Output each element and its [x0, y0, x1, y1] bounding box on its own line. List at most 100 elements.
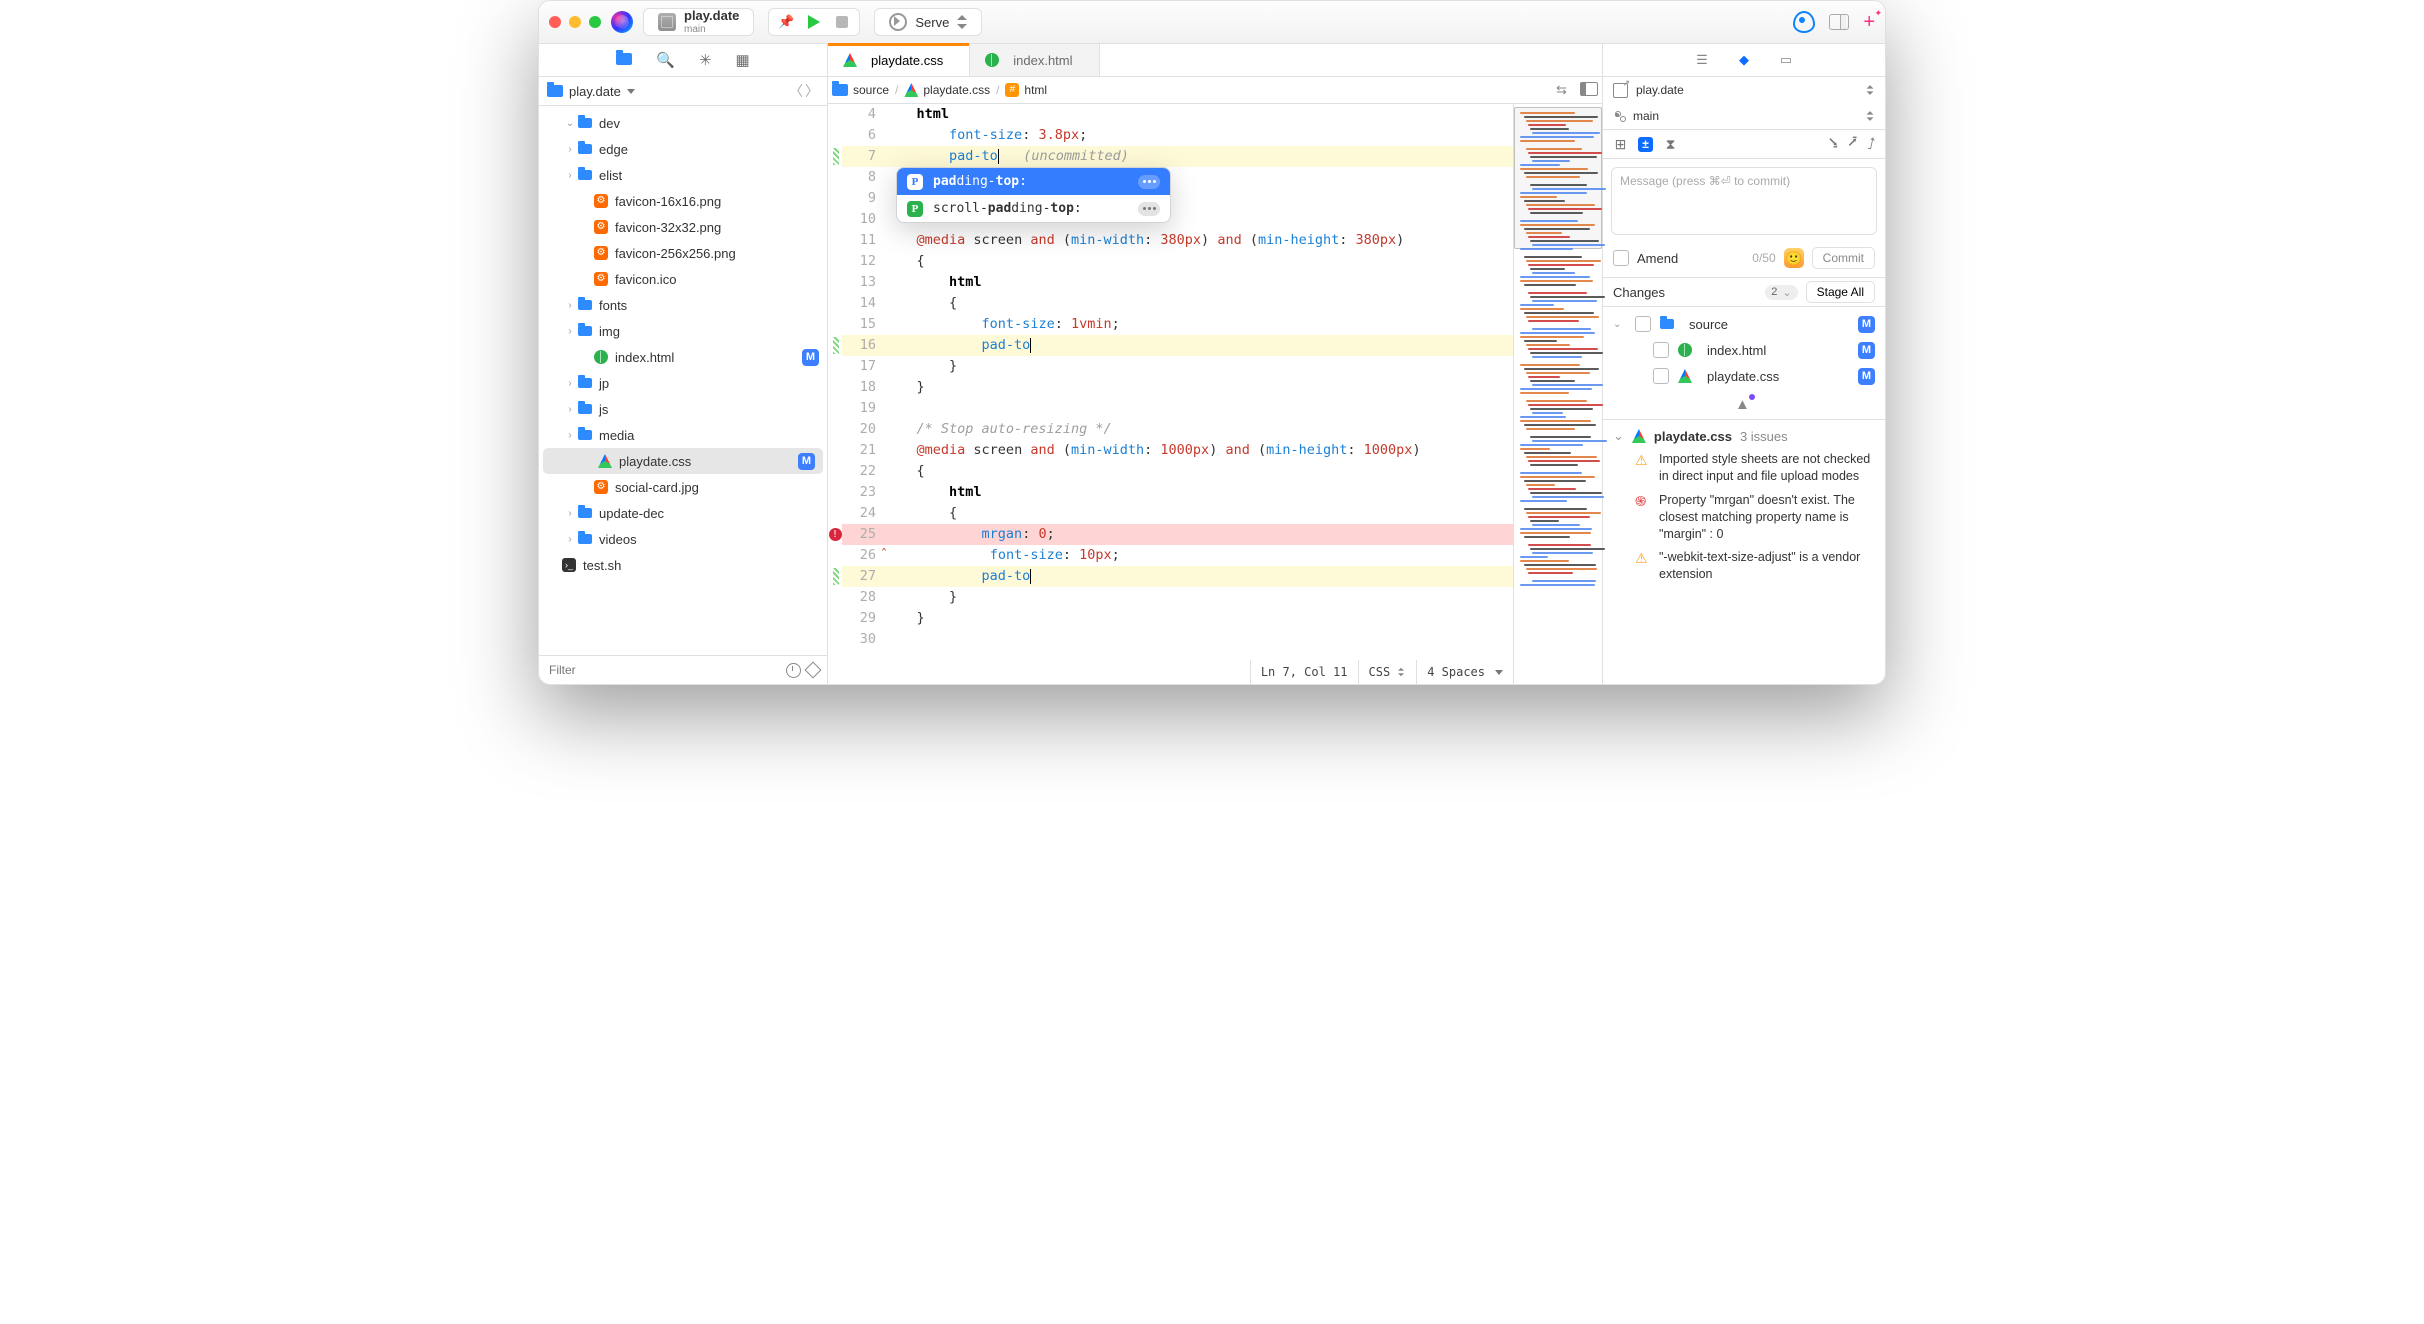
tree-item[interactable]: ›elist — [539, 162, 827, 188]
breadcrumb-item[interactable]: source — [832, 83, 889, 97]
autocomplete-item[interactable]: Ppadding-top: — [897, 168, 1170, 195]
minimap[interactable] — [1513, 104, 1602, 684]
run-button[interactable] — [805, 13, 823, 31]
grid-icon[interactable]: ▦ — [736, 51, 750, 69]
tree-item[interactable]: favicon-256x256.png — [539, 240, 827, 266]
push-icon[interactable]: ⭜ — [1867, 135, 1875, 153]
tree-item[interactable]: ⌄dev — [539, 110, 827, 136]
changes-label: Changes — [1613, 285, 1665, 300]
tree-item[interactable]: ›js — [539, 396, 827, 422]
branch-name: main — [1633, 109, 1659, 123]
nav-fwd[interactable]: 〉 — [805, 81, 819, 101]
indent-mode[interactable]: 4 Spaces — [1416, 660, 1513, 684]
tree-item[interactable]: favicon.ico — [539, 266, 827, 292]
change-row[interactable]: playdate.cssM — [1603, 363, 1885, 389]
code-editor[interactable]: 4 html6 font-size: 3.8px;7 pad-to (uncom… — [828, 104, 1602, 684]
tree-item[interactable]: ›videos — [539, 526, 827, 552]
chevron-updown-icon — [957, 15, 967, 29]
filter-input[interactable] — [547, 662, 780, 678]
split-icon[interactable] — [1580, 82, 1598, 96]
app-icon — [611, 11, 633, 33]
graph-icon[interactable]: ⊞ — [1613, 137, 1628, 152]
tree-item[interactable]: ›img — [539, 318, 827, 344]
terminal-icon[interactable]: ▭ — [1777, 51, 1795, 69]
window-controls — [549, 16, 601, 28]
tree-item[interactable]: ›_test.sh — [539, 552, 827, 578]
author-avatar[interactable] — [1784, 248, 1804, 268]
pull-icon[interactable]: ⭸ — [1829, 132, 1838, 157]
autocomplete-popup[interactable]: Ppadding-top:Pscroll-padding-top: — [896, 167, 1171, 223]
panel-toggle-icon[interactable] — [1829, 14, 1849, 30]
tree-item[interactable]: social-card.jpg — [539, 474, 827, 500]
tree-item[interactable]: playdate.cssM — [543, 448, 823, 474]
compare-icon[interactable]: ⇆ — [1556, 82, 1572, 98]
nav-back[interactable]: 〈 — [789, 81, 803, 101]
change-row[interactable]: ⌄sourceM — [1603, 311, 1885, 337]
stage-all-button[interactable]: Stage All — [1806, 281, 1875, 303]
clock-icon[interactable] — [786, 663, 801, 678]
sidebar-header[interactable]: play.date 〈〉 — [539, 77, 827, 106]
task-selector[interactable]: Serve — [874, 8, 982, 36]
autocomplete-item[interactable]: Pscroll-padding-top: — [897, 195, 1170, 222]
breadcrumbs[interactable]: source/playdate.css/#html — [832, 83, 1047, 97]
minimize-window[interactable] — [569, 16, 581, 28]
status-bar: Ln 7, Col 11 CSS 4 Spaces — [1250, 660, 1513, 684]
new-sparkle-icon[interactable]: + — [1863, 11, 1875, 34]
language-mode[interactable]: CSS — [1358, 660, 1417, 684]
run-controls: 📌 — [768, 8, 860, 36]
stop-button[interactable] — [833, 13, 851, 31]
search-icon[interactable]: 🔍 — [656, 51, 675, 69]
issues-header[interactable]: ⌄ playdate.css 3 issues — [1613, 428, 1875, 444]
source-control-icon[interactable]: ◆ — [1735, 51, 1753, 69]
issues-count: 3 issues — [1740, 429, 1788, 444]
issue-item[interactable]: ⚠︎Imported style sheets are not checked … — [1613, 444, 1875, 485]
commit-message[interactable]: Message (press ⌘⏎ to commit) — [1611, 167, 1877, 235]
branch-row[interactable]: main — [1603, 103, 1885, 129]
branch-icon — [1613, 109, 1627, 123]
zoom-window[interactable] — [589, 16, 601, 28]
changes-header: Changes 2 ⌄ Stage All — [1603, 277, 1885, 307]
tree-item[interactable]: ›fonts — [539, 292, 827, 318]
align-icon[interactable]: ☰ — [1693, 51, 1711, 69]
scope-icon[interactable] — [805, 662, 822, 679]
tree-item[interactable]: index.htmlM — [539, 344, 827, 370]
tree-item[interactable]: ›jp — [539, 370, 827, 396]
change-row[interactable]: index.htmlM — [1603, 337, 1885, 363]
editor-tab[interactable]: index.html — [970, 44, 1099, 76]
sidebar-footer — [539, 655, 827, 684]
preview-icon[interactable] — [1793, 11, 1815, 33]
issue-item[interactable]: ⚠︎"-webkit-text-size-adjust" is a vendor… — [1613, 542, 1875, 583]
repo-row[interactable]: play.date — [1603, 77, 1885, 103]
stopwatch-icon[interactable]: ⧗ — [1663, 137, 1678, 152]
editor-toolbar: source/playdate.css/#html ⇆ — [828, 77, 1602, 104]
tree-item[interactable]: favicon-32x32.png — [539, 214, 827, 240]
fetch-icon[interactable]: ⭷ — [1848, 132, 1857, 157]
open-external-icon — [1613, 83, 1628, 98]
breadcrumb-item[interactable]: #html — [1005, 83, 1047, 97]
cursor-position[interactable]: Ln 7, Col 11 — [1250, 660, 1358, 684]
commit-button[interactable]: Commit — [1812, 247, 1875, 269]
issues-indicator-icon[interactable]: ▲ — [1735, 395, 1753, 413]
inspector-panel: ☰ ◆ ▭ play.date main ⊞ ± ⧗ ⭸ — [1602, 44, 1885, 684]
issue-item[interactable]: ֍Property "mrgan" doesn't exist. The clo… — [1613, 485, 1875, 543]
editor-tab[interactable]: playdate.css — [828, 44, 970, 76]
stage-icon[interactable]: ± — [1638, 137, 1653, 152]
close-window[interactable] — [549, 16, 561, 28]
project-name: play.date — [684, 9, 739, 23]
tree-item[interactable]: ›edge — [539, 136, 827, 162]
files-icon[interactable] — [616, 52, 632, 69]
vcs-toolbar: ⊞ ± ⧗ ⭸ ⭷ ⭜ — [1603, 129, 1885, 159]
tree-item[interactable]: ›media — [539, 422, 827, 448]
project-icon — [658, 13, 676, 31]
sidebar: 🔍 ✳ ▦ play.date 〈〉 ⌄dev›edge›elistfavico… — [539, 44, 828, 684]
editor-area: playdate.cssindex.html source/playdate.c… — [828, 44, 1602, 684]
play-circle-icon — [889, 13, 907, 31]
pin-icon[interactable]: 📌 — [777, 13, 795, 31]
tree-item[interactable]: ›update-dec — [539, 500, 827, 526]
project-branch: main — [684, 24, 739, 35]
amend-checkbox[interactable] — [1613, 250, 1629, 266]
breadcrumb-item[interactable]: playdate.css — [904, 83, 990, 97]
tree-item[interactable]: favicon-16x16.png — [539, 188, 827, 214]
project-crumb[interactable]: play.date main — [643, 8, 754, 36]
symbols-icon[interactable]: ✳ — [699, 51, 712, 69]
